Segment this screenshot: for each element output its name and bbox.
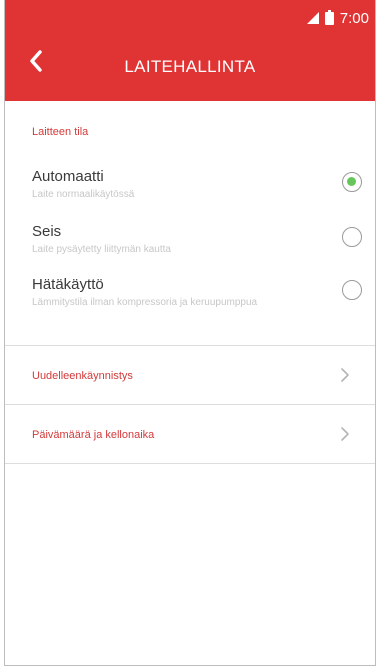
option-seis[interactable]: Seis Laite pysäytetty liittymän kautta [32,223,362,263]
chevron-right-icon [341,368,349,382]
menu-item-label: Uudelleenkäynnistys [32,370,133,382]
chevron-right-icon [341,427,349,441]
option-label: Seis [32,223,62,240]
radio-selected-icon[interactable] [342,172,362,192]
radio-icon[interactable] [342,227,362,247]
app-bar: 7:00 LAITEHALLINTA [5,0,375,101]
battery-icon [324,9,334,25]
divider [5,463,375,464]
signal-icon [306,12,319,24]
option-sublabel: Lämmitystila ilman kompressoria ja keruu… [32,297,258,308]
menu-item-date-time[interactable]: Päivämäärä ja kellonaika [5,405,375,463]
option-label: Hätäkäyttö [32,276,104,293]
option-label: Automaatti [32,168,104,185]
status-bar: 7:00 [306,8,369,28]
app-screen: 7:00 LAITEHALLINTA Laitteen tila Automaa… [4,0,376,666]
option-automaatti[interactable]: Automaatti Laite normaalikäytössä [32,168,362,208]
section-title: Laitteen tila [32,126,89,138]
radio-icon[interactable] [342,280,362,300]
page-title: LAITEHALLINTA [124,57,256,76]
option-sublabel: Laite normaalikäytössä [32,189,135,200]
status-time: 7:00 [339,9,369,27]
option-hatakaytto[interactable]: Hätäkäyttö Lämmitystila ilman kompressor… [32,276,362,316]
menu-item-restart[interactable]: Uudelleenkäynnistys [5,346,375,404]
option-sublabel: Laite pysäytetty liittymän kautta [32,244,171,255]
menu-item-label: Päivämäärä ja kellonaika [32,429,155,441]
